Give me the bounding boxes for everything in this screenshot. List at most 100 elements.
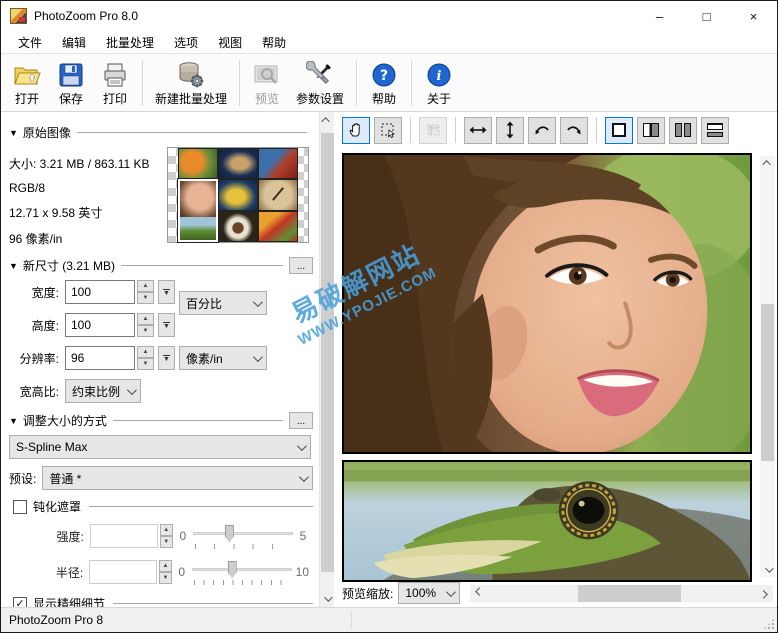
hand-tool-button[interactable] <box>342 116 370 144</box>
open-folder-icon <box>12 60 42 89</box>
height-input[interactable] <box>65 313 135 337</box>
scroll-up-icon[interactable] <box>761 156 771 170</box>
resolution-spinner[interactable]: ▲ ▼ <box>137 346 154 370</box>
resolution-input[interactable] <box>65 346 135 370</box>
new-size-header: ▼ 新尺寸 (3.21 MB) ... <box>9 257 313 274</box>
size-unit-value: 百分比 <box>186 296 223 311</box>
thumb-cooking-photo <box>258 148 298 180</box>
flip-vertical-button[interactable] <box>496 116 524 144</box>
unsharp-mask-label[interactable]: 钝化遮罩 <box>33 498 81 515</box>
save-button[interactable]: 保存 <box>49 57 93 109</box>
view-side-by-side-button[interactable] <box>669 116 697 144</box>
chevron-down-icon <box>252 296 263 307</box>
view-single-button[interactable] <box>605 116 633 144</box>
view-split-button[interactable] <box>637 116 665 144</box>
height-label: 高度: <box>31 318 59 333</box>
height-spinner[interactable]: ▲ ▼ <box>137 313 154 337</box>
maximize-button[interactable]: □ <box>683 1 730 31</box>
save-label: 保存 <box>58 92 83 106</box>
collapse-triangle-icon[interactable]: ▼ <box>9 261 18 271</box>
menu-file[interactable]: 文件 <box>9 31 51 54</box>
menu-help[interactable]: 帮助 <box>253 31 295 54</box>
size-unit-dropdown[interactable]: 百分比 <box>179 291 267 315</box>
flip-horizontal-button[interactable] <box>464 116 492 144</box>
height-dropdown-button[interactable]: ▼ <box>158 313 175 337</box>
new-batch-button[interactable]: 新建批量处理 <box>148 57 234 109</box>
preview-horizontal-scrollbar[interactable] <box>470 584 773 602</box>
help-button[interactable]: ? 帮助 <box>362 57 406 109</box>
section-rule <box>120 265 283 266</box>
unsharp-radius-max: 10 <box>295 565 309 579</box>
collapse-triangle-icon[interactable]: ▼ <box>9 128 18 138</box>
resize-method-more-button[interactable]: ... <box>289 412 313 429</box>
rotate-ccw-button[interactable] <box>528 116 556 144</box>
preview-button: 预览 <box>245 57 289 109</box>
algorithm-dropdown[interactable]: S-Spline Max <box>9 435 311 459</box>
minimize-button[interactable]: – <box>636 1 683 31</box>
preset-label: 预设: <box>9 471 37 486</box>
print-button[interactable]: 打印 <box>93 57 137 109</box>
preview-image-woman[interactable] <box>342 153 752 454</box>
menu-edit[interactable]: 编辑 <box>53 31 95 54</box>
preview-canvas[interactable] <box>334 148 777 582</box>
menu-batch[interactable]: 批量处理 <box>97 31 163 54</box>
unsharp-strength-input <box>89 524 158 548</box>
preview-image-frog[interactable] <box>342 460 752 582</box>
status-text: PhotoZoom Pro 8 <box>9 613 104 627</box>
rotate-cw-button[interactable] <box>560 116 588 144</box>
width-dropdown-button[interactable]: ▼ <box>158 280 175 304</box>
image-collage-thumbnail <box>167 147 309 243</box>
preview-vertical-scrollbar[interactable] <box>760 156 775 577</box>
width-spinner[interactable]: ▲ ▼ <box>137 280 154 304</box>
stacked-panes-icon <box>707 123 723 137</box>
scroll-left-icon[interactable] <box>470 585 486 602</box>
menu-options[interactable]: 选项 <box>165 31 207 54</box>
scrollbar-thumb[interactable] <box>320 132 334 573</box>
scrollbar-thumb[interactable] <box>578 584 682 602</box>
select-tool-button[interactable] <box>374 116 402 144</box>
fine-detail-checkbox[interactable]: ✓ <box>13 596 27 607</box>
scrollbar-track[interactable] <box>486 584 757 602</box>
fine-detail-row: ✓ 显示精细细节 <box>9 595 313 607</box>
aspect-ratio-row: 宽高比: 约束比例 <box>9 379 313 403</box>
scroll-up-icon[interactable] <box>320 112 335 128</box>
about-button[interactable]: i 关于 <box>417 57 461 109</box>
original-image-info: 大小: 3.21 MB / 863.11 KB RGB/8 12.71 x 9.… <box>9 147 313 247</box>
crop-tool-button <box>419 116 447 144</box>
chevron-down-icon <box>446 586 457 597</box>
close-button[interactable]: × <box>730 1 777 31</box>
section-rule <box>113 603 313 604</box>
preset-dropdown[interactable]: 普通 * <box>42 466 313 490</box>
scrollbar-track[interactable] <box>320 128 335 591</box>
scrollbar-thumb[interactable] <box>761 303 774 461</box>
resolution-dropdown-button[interactable]: ▼ <box>158 346 175 370</box>
thumb-berries-photo <box>258 210 298 242</box>
toolbar-separator <box>410 117 411 143</box>
flip-horizontal-icon <box>469 126 487 134</box>
resolution-unit-dropdown[interactable]: 像素/in <box>179 346 267 370</box>
resolution-text: 96 像素/in <box>9 232 63 246</box>
preview-zoom-dropdown[interactable]: 100% <box>398 582 461 604</box>
dimensions-text: 12.71 x 9.58 英寸 <box>9 206 103 220</box>
unsharp-strength-label: 强度: <box>56 529 84 544</box>
collapse-triangle-icon[interactable]: ▼ <box>9 416 18 426</box>
scrollbar-track[interactable] <box>760 170 775 563</box>
resize-grip[interactable] <box>763 618 775 630</box>
scroll-right-icon[interactable] <box>757 585 773 602</box>
title-bar: PhotoZoom Pro 8.0 – □ × <box>1 1 777 31</box>
chevron-down-icon <box>298 471 309 482</box>
preview-bottom-bar: 预览缩放: 100% <box>334 581 777 607</box>
menu-view[interactable]: 视图 <box>209 31 251 54</box>
view-stacked-button[interactable] <box>701 116 729 144</box>
open-button[interactable]: 打开 <box>5 57 49 109</box>
aspect-ratio-dropdown[interactable]: 约束比例 <box>65 379 141 403</box>
new-size-more-button[interactable]: ... <box>289 257 313 274</box>
scroll-down-icon[interactable] <box>764 563 774 577</box>
settings-button[interactable]: 参数设置 <box>289 57 351 109</box>
width-input[interactable] <box>65 280 135 304</box>
fine-detail-label[interactable]: 显示精细细节 <box>33 595 105 607</box>
settings-panel-scrollbar[interactable] <box>319 112 334 607</box>
scroll-down-icon[interactable] <box>320 591 335 607</box>
window-title: PhotoZoom Pro 8.0 <box>34 9 139 23</box>
unsharp-mask-checkbox[interactable] <box>13 499 27 514</box>
